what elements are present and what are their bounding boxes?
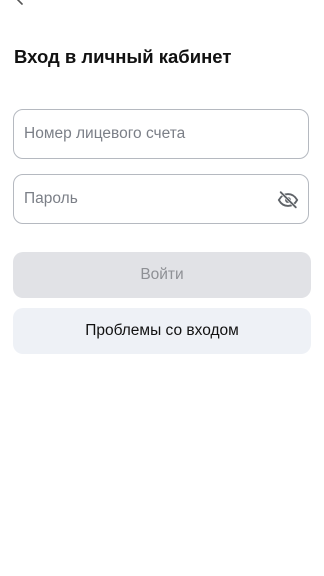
back-button[interactable] <box>8 0 32 8</box>
login-problems-button[interactable]: Проблемы со входом <box>13 308 311 354</box>
eye-off-icon <box>277 190 299 209</box>
chevron-left-icon <box>16 0 23 5</box>
account-number-field[interactable] <box>13 109 309 159</box>
toggle-password-visibility-button[interactable] <box>277 189 299 211</box>
password-field[interactable] <box>13 174 309 224</box>
password-input[interactable] <box>14 175 308 223</box>
page-title: Вход в личный кабинет <box>14 46 232 67</box>
account-number-input[interactable] <box>14 110 308 158</box>
login-button[interactable]: Войти <box>13 252 311 298</box>
